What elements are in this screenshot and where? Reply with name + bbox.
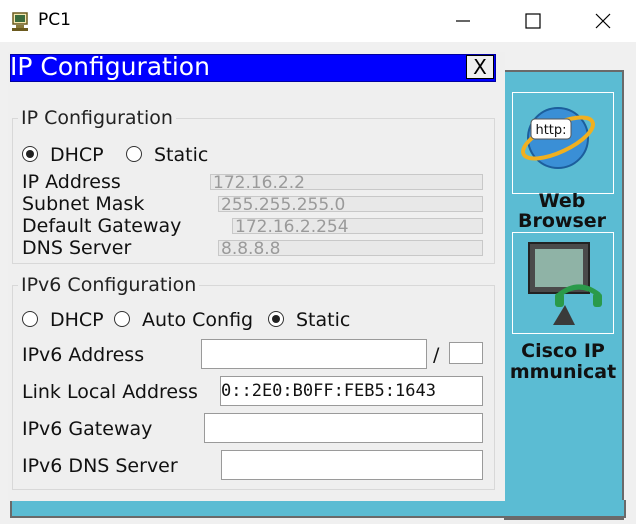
ipv6-dns-server-input[interactable] [221,450,483,480]
link-local-address-label: Link Local Address [22,381,198,403]
default-gateway-label: Default Gateway [22,215,182,237]
ipv6-prefix-input[interactable] [449,342,483,364]
http-globe-icon: http: [521,107,595,169]
minimize-button[interactable] [440,0,486,42]
ip-address-field[interactable]: 172.16.2.2 [210,174,483,190]
ipv6-auto-config-label[interactable]: Auto Config [142,309,262,331]
ipv6-dhcp-label[interactable]: DHCP [50,309,104,331]
window-title: PC1 [38,10,71,30]
ipv6-gateway-input[interactable] [204,413,483,443]
ipv6-dhcp-radio[interactable] [22,311,38,327]
pc-icon [10,10,32,32]
ipv6-static-label[interactable]: Static [296,309,350,331]
subnet-mask-label: Subnet Mask [22,193,145,215]
maximize-button[interactable] [510,0,556,42]
ipv4-static-label[interactable]: Static [154,144,208,166]
default-gateway-field[interactable]: 172.16.2.254 [232,218,483,234]
desktop-panel-bottom [10,500,626,518]
close-button[interactable] [580,0,626,42]
cisco-ip-communicator-label[interactable]: Cisco IP mmunicat [506,340,620,386]
ipv4-static-radio[interactable] [126,146,142,162]
ipv4-dhcp-label[interactable]: DHCP [50,144,104,166]
web-browser-label-line2: Browser [517,210,607,230]
web-browser-label[interactable]: Web Browser [512,190,612,230]
ip-address-label: IP Address [22,171,121,193]
close-icon [595,13,611,29]
maximize-icon [525,13,541,29]
ipv6-static-radio[interactable] [268,311,284,327]
dns-server-field[interactable]: 8.8.8.8 [218,240,483,256]
radio-selected-dot [26,150,34,158]
subnet-mask-field[interactable]: 255.255.255.0 [218,196,483,212]
ipv6-auto-config-radio[interactable] [114,311,130,327]
ipv6-address-label: IPv6 Address [22,344,145,366]
ipv6-gateway-label: IPv6 Gateway [22,418,153,440]
ipv4-dhcp-radio[interactable] [22,146,38,162]
cisco-ip-communicator-label-line1: Cisco IP [521,340,605,362]
dns-server-label: DNS Server [22,237,132,259]
ipv6-dns-server-label: IPv6 DNS Server [22,455,178,477]
svg-text:http:: http: [535,123,566,138]
ipv4-group-title: IP Configuration [18,107,176,129]
dialog-close-button[interactable]: X [466,55,494,79]
dialog-title: IP Configuration [10,52,210,81]
web-browser-label-line1: Web [538,190,586,212]
minimize-icon [456,20,470,22]
ipv6-group-title: IPv6 Configuration [18,274,200,296]
radio-selected-dot [272,315,280,323]
link-local-address-input[interactable]: 0::2E0:B0FF:FEB5:1643 [220,376,483,406]
ipv6-address-input[interactable] [201,339,427,369]
prefix-separator: / [433,344,440,366]
ip-phone-icon [528,242,602,325]
cisco-ip-communicator-app[interactable] [512,232,614,334]
web-browser-app[interactable]: http: [512,92,614,194]
cisco-ip-communicator-label-line2: mmunicat [509,361,617,383]
